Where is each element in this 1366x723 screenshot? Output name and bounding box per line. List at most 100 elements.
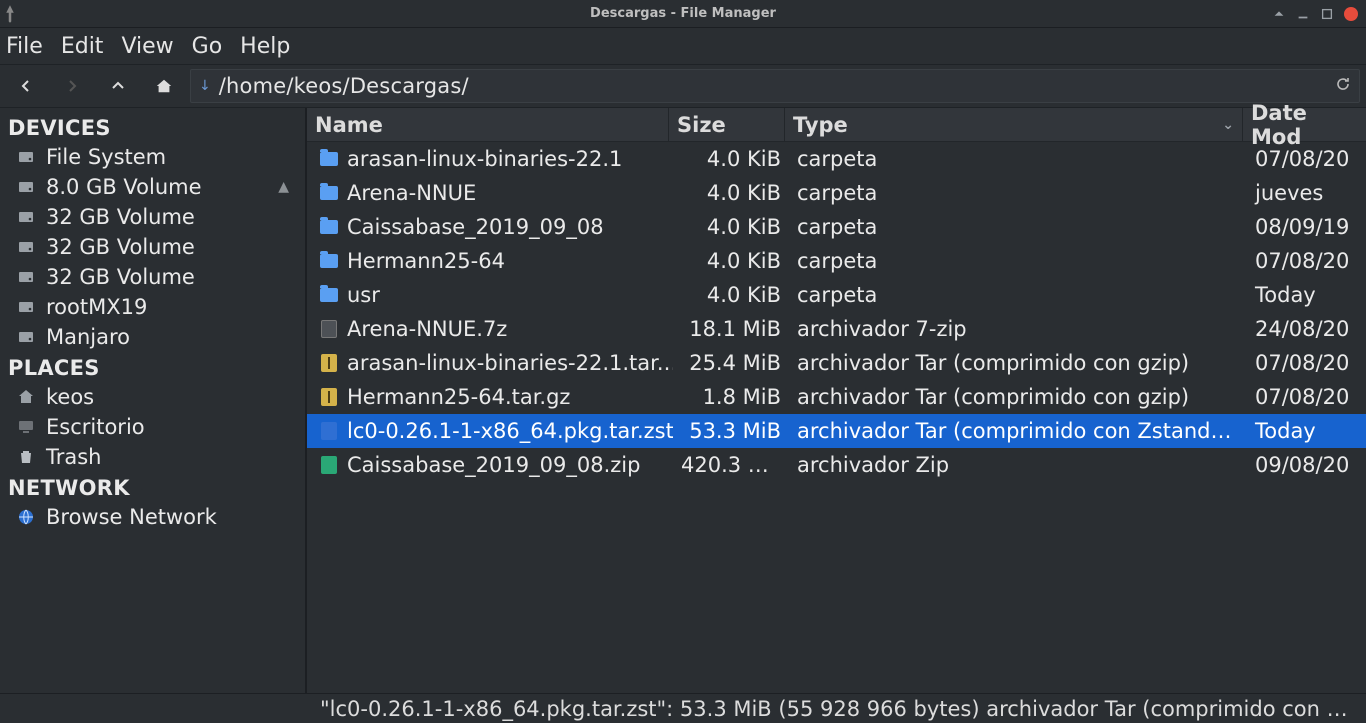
column-header: Name Size Type ⌄ Date Mod [307,108,1366,142]
file-row[interactable]: Hermann25-64.tar.gz1.8 MiBarchivador Tar… [307,380,1366,414]
toolbar: ↓ /home/keos/Descargas/ [0,64,1366,108]
sidebar-item-label: 32 GB Volume [46,265,195,289]
status-text: "lc0-0.26.1-1-x86_64.pkg.tar.zst": 53.3 … [320,697,1348,721]
sidebar-item[interactable]: Manjaro [0,322,305,352]
menubar: File Edit View Go Help [0,28,1366,64]
up-button[interactable] [98,69,138,103]
menu-file[interactable]: File [6,34,43,59]
folder-icon [319,149,339,169]
statusbar: "lc0-0.26.1-1-x86_64.pkg.tar.zst": 53.3 … [0,693,1366,723]
sidebar-item[interactable]: rootMX19 [0,292,305,322]
file-name: usr [347,283,380,307]
file-row[interactable]: Arena-NNUE.7z18.1 MiBarchivador 7-zip24/… [307,312,1366,346]
menu-go[interactable]: Go [192,34,223,59]
file-name: arasan-linux-binaries-22.1 [347,147,622,171]
file-row[interactable]: lc0-0.26.1-1-x86_64.pkg.tar.zst53.3 MiBa… [307,414,1366,448]
sidebar-item[interactable]: Browse Network [0,502,305,532]
file-date: 08/09/19 [1247,215,1366,239]
file-name: arasan-linux-binaries-22.1.tar.… [347,351,673,375]
file-name: Caissabase_2019_09_08.zip [347,453,640,477]
sidebar-item[interactable]: 32 GB Volume [0,202,305,232]
sidebar-item[interactable]: 32 GB Volume [0,262,305,292]
file-type: archivador Tar (comprimido con gzip) [789,351,1247,375]
file-pane: Name Size Type ⌄ Date Mod arasan-linux-b… [307,108,1366,693]
file-type: archivador Tar (comprimido con gzip) [789,385,1247,409]
file-row[interactable]: Hermann25-64 4.0 KiBcarpeta07/08/20 [307,244,1366,278]
file-date: 07/08/20 [1247,249,1366,273]
reload-button[interactable] [1335,76,1351,96]
maximize-button[interactable] [1320,7,1334,21]
sidebar-item[interactable]: Trash [0,442,305,472]
sidebar-item-label: Browse Network [46,505,217,529]
window-title: Descargas - File Manager [590,6,776,21]
path-text: /home/keos/Descargas/ [219,74,469,98]
file-date: Today [1247,419,1366,443]
file-name: Hermann25-64 [347,249,505,273]
home-icon [16,387,36,407]
file-type: carpeta [789,147,1247,171]
file-size: 420.3 MiB [673,453,789,477]
sidebar-item-label: Manjaro [46,325,130,349]
drive-icon [16,237,36,257]
file-row[interactable]: Arena-NNUE4.0 KiBcarpetajueves [307,176,1366,210]
file-type: archivador Zip [789,453,1247,477]
address-bar[interactable]: ↓ /home/keos/Descargas/ [190,69,1360,103]
file-type: carpeta [789,181,1247,205]
file-row[interactable]: usr4.0 KiBcarpetaToday [307,278,1366,312]
sidebar-head-devices: DEVICES [0,112,305,142]
minimize-button[interactable] [1296,7,1310,21]
file-name: Hermann25-64.tar.gz [347,385,570,409]
sidebar: DEVICES File System8.0 GB Volume▲32 GB V… [0,108,307,693]
drive-icon [16,147,36,167]
file-size: 4.0 KiB [673,283,789,307]
col-date[interactable]: Date Mod [1243,108,1366,141]
sidebar-item[interactable]: Escritorio [0,412,305,442]
folder-icon [319,285,339,305]
menu-edit[interactable]: Edit [61,34,104,59]
file-size: 18.1 MiB [673,317,789,341]
file-size: 4.0 KiB [673,249,789,273]
home-button[interactable] [144,69,184,103]
col-name[interactable]: Name [307,108,669,141]
col-type[interactable]: Type ⌄ [785,108,1243,141]
roll-up-button[interactable] [1272,7,1286,21]
file-date: 09/08/20 [1247,453,1366,477]
forward-button[interactable] [52,69,92,103]
col-size[interactable]: Size [669,108,785,141]
sidebar-item-label: 32 GB Volume [46,235,195,259]
file-type: carpeta [789,249,1247,273]
sidebar-item[interactable]: File System [0,142,305,172]
desk-icon [16,417,36,437]
menu-view[interactable]: View [121,34,173,59]
sidebar-head-places: PLACES [0,352,305,382]
sidebar-item[interactable]: 8.0 GB Volume▲ [0,172,305,202]
pin-icon[interactable] [0,4,20,24]
file-date: 07/08/20 [1247,351,1366,375]
file-row[interactable]: arasan-linux-binaries-22.1.tar.…25.4 MiB… [307,346,1366,380]
file-date: 07/08/20 [1247,385,1366,409]
path-icon: ↓ [199,78,211,94]
sidebar-item-label: Escritorio [46,415,145,439]
file-date: jueves [1247,181,1366,205]
file-type: archivador 7-zip [789,317,1247,341]
file-date: Today [1247,283,1366,307]
close-button[interactable] [1344,7,1358,21]
sidebar-item-label: File System [46,145,166,169]
file-row[interactable]: Caissabase_2019_09_084.0 KiBcarpeta08/09… [307,210,1366,244]
net-icon [16,507,36,527]
drive-icon [16,207,36,227]
drive-icon [16,297,36,317]
file-size: 25.4 MiB [673,351,789,375]
sidebar-item[interactable]: keos [0,382,305,412]
eject-icon[interactable]: ▲ [278,179,297,195]
file-row[interactable]: Caissabase_2019_09_08.zip 420.3 MiBarchiv… [307,448,1366,482]
zip-icon [319,455,339,475]
back-button[interactable] [6,69,46,103]
file-size: 4.0 KiB [673,215,789,239]
trash-icon [16,447,36,467]
menu-help[interactable]: Help [240,34,290,59]
file-row[interactable]: arasan-linux-binaries-22.14.0 KiBcarpeta… [307,142,1366,176]
file-type: archivador Tar (comprimido con Zstandard… [789,419,1247,443]
sidebar-head-network: NETWORK [0,472,305,502]
sidebar-item[interactable]: 32 GB Volume [0,232,305,262]
